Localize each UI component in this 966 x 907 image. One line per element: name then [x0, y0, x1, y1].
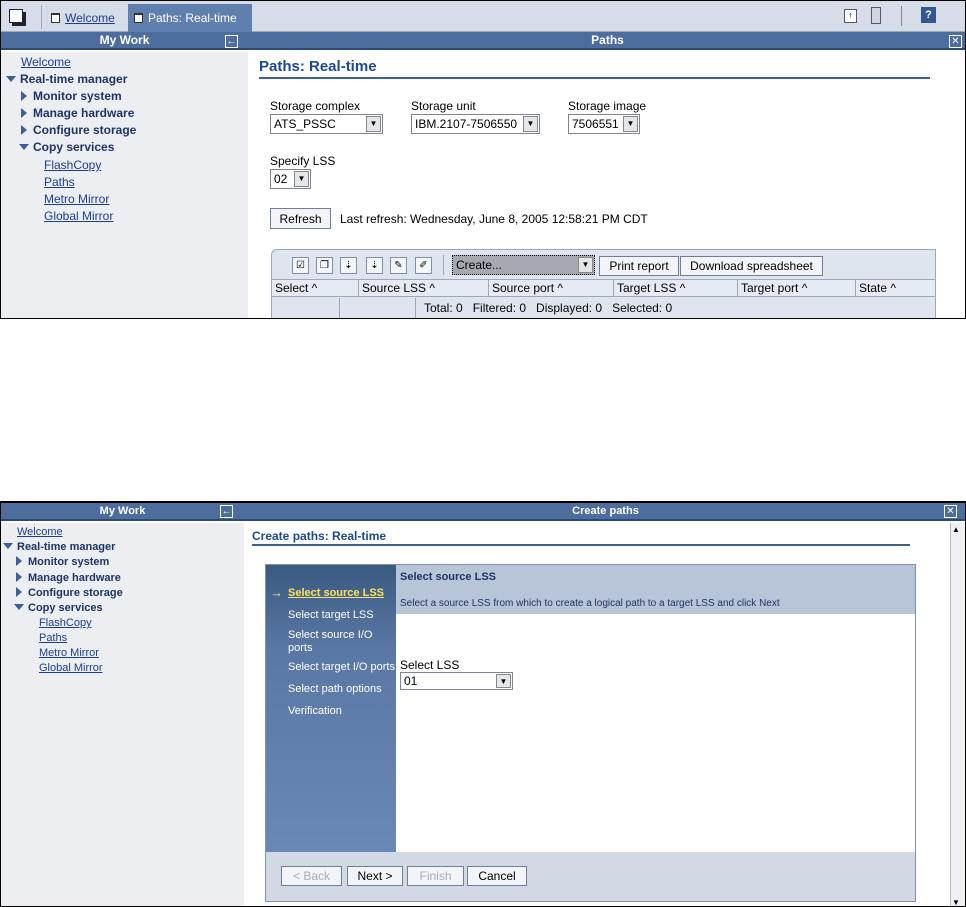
clear-sort-icon[interactable]: ✐ — [415, 257, 432, 274]
step-verification: Verification — [288, 705, 342, 717]
nav-welcome[interactable]: Welcome — [21, 55, 71, 69]
logout-icon[interactable] — [871, 7, 881, 24]
nav-flashcopy[interactable]: FlashCopy — [39, 617, 92, 629]
nav-flashcopy[interactable]: FlashCopy — [44, 158, 101, 172]
storage-unit-label: Storage unit — [411, 99, 476, 113]
nav-copy-services[interactable]: Copy services — [19, 140, 114, 154]
specify-lss-select[interactable]: 02 ▼ — [270, 169, 311, 189]
col-source-port[interactable]: Source port ^ — [489, 280, 614, 297]
paths-table: ☑ ❐ ⇣ ⇣ ✎ ✐ Create... ▼ Print report Down… — [271, 249, 936, 318]
step-description: Select a source LSS from which to create… — [400, 598, 780, 609]
tab-bar: Welcome Paths: Real-time ↑ ? — [1, 1, 965, 32]
nav-global-mirror[interactable]: Global Mirror — [44, 209, 113, 223]
nav-real-time-manager[interactable]: Real-time manager — [6, 72, 127, 86]
nav-manage-hardware[interactable]: Manage hardware — [16, 572, 121, 584]
step-header: Select source LSS Select a source LSS fr… — [396, 565, 915, 614]
collapse-sidebar-icon[interactable]: ← — [225, 35, 238, 48]
scroll-down-icon: ▼ — [952, 898, 960, 907]
specify-lss-label: Specify LSS — [270, 154, 336, 168]
step-select-path-options: Select path options — [288, 683, 382, 695]
step-select-target-io-ports: Select target I/O ports — [288, 661, 395, 673]
refresh-button[interactable]: Refresh — [270, 208, 331, 229]
windows-icon[interactable] — [9, 9, 23, 23]
scroll-up-icon: ▲ — [952, 525, 960, 534]
nav-real-time-manager[interactable]: Real-time manager — [3, 541, 115, 553]
step-select-target-lss: Select target LSS — [288, 609, 374, 621]
back-button[interactable]: < Back — [281, 866, 342, 886]
nav-metro-mirror[interactable]: Metro Mirror — [44, 192, 109, 206]
nav-paths[interactable]: Paths — [44, 175, 75, 189]
table-header: Select ^ Source LSS ^ Source port ^ Targ… — [272, 279, 935, 297]
last-refresh-text: Last refresh: Wednesday, June 8, 2005 12… — [340, 212, 648, 226]
wizard-steps: → Select source LSS Select target LSS Se… — [266, 565, 396, 852]
next-button[interactable]: Next > — [347, 866, 403, 886]
finish-button[interactable]: Finish — [407, 866, 464, 886]
chevron-down-icon: ▼ — [366, 116, 381, 132]
upload-icon[interactable]: ↑ — [844, 9, 857, 23]
sidebar: Welcome Real-time manager Monitor system… — [1, 523, 244, 906]
help-icon[interactable]: ? — [921, 7, 936, 23]
chevron-down-icon: ▼ — [294, 171, 309, 187]
chevron-down-icon: ▼ — [496, 674, 511, 688]
action-select[interactable]: Create... ▼ — [452, 255, 595, 275]
storage-unit-select[interactable]: IBM.2107-7506550 ▼ — [411, 114, 540, 134]
step-select-source-lss[interactable]: Select source LSS — [288, 587, 384, 600]
create-paths-window: My Work ← Create paths ✕ Welcome Real-ti… — [0, 501, 966, 907]
storage-complex-select[interactable]: ATS_PSSC ▼ — [270, 114, 383, 134]
clear-filter-icon[interactable]: ⇣ — [366, 257, 383, 274]
collapse-sidebar-icon[interactable]: ← — [220, 505, 233, 518]
paths-header: Paths — [248, 32, 965, 50]
storage-image-select[interactable]: 7506551 ▼ — [568, 114, 640, 134]
nav-global-mirror[interactable]: Global Mirror — [39, 662, 103, 674]
storage-complex-label: Storage complex — [270, 99, 361, 113]
my-work-header: My Work — [1, 32, 248, 50]
select-lss-dropdown[interactable]: 01 ▼ — [400, 672, 513, 690]
nav-configure-storage[interactable]: Configure storage — [21, 123, 136, 137]
col-target-port[interactable]: Target port ^ — [738, 280, 856, 297]
page-title: Create paths: Real-time — [252, 529, 387, 543]
cancel-button[interactable]: Cancel — [467, 866, 527, 886]
my-work-header: My Work — [1, 503, 244, 521]
col-source-lss[interactable]: Source LSS ^ — [359, 280, 489, 297]
table-summary: Total: 0 Filtered: 0 Displayed: 0 Select… — [424, 301, 673, 315]
deselect-all-icon[interactable]: ❐ — [316, 257, 333, 274]
create-paths-header: Create paths — [244, 503, 965, 521]
sidebar: Welcome Real-time manager Monitor system… — [1, 52, 248, 318]
nav-copy-services[interactable]: Copy services — [14, 602, 103, 614]
col-target-lss[interactable]: Target LSS ^ — [614, 280, 738, 297]
col-select[interactable]: Select ^ — [272, 280, 359, 297]
show-filter-icon[interactable]: ⇣ — [340, 257, 357, 274]
close-icon[interactable]: ✕ — [949, 35, 962, 48]
chevron-down-icon: ▼ — [523, 116, 538, 132]
vertical-scrollbar[interactable]: ▲ ▼ — [950, 523, 965, 907]
nav-monitor-system[interactable]: Monitor system — [16, 556, 109, 568]
nav-welcome[interactable]: Welcome — [17, 526, 63, 538]
wizard-footer: < Back Next > Finish Cancel — [266, 852, 915, 901]
nav-configure-storage[interactable]: Configure storage — [16, 587, 123, 599]
download-spreadsheet-button[interactable]: Download spreadsheet — [680, 256, 823, 276]
select-all-icon[interactable]: ☑ — [292, 257, 309, 274]
page-icon — [51, 13, 60, 23]
wizard: → Select source LSS Select target LSS Se… — [265, 564, 916, 902]
edit-sort-icon[interactable]: ✎ — [390, 257, 407, 274]
paths-window: Welcome Paths: Real-time ↑ ? My Work ← P… — [0, 0, 966, 319]
chevron-down-icon: ▼ — [623, 116, 638, 132]
chevron-down-icon: ▼ — [578, 257, 593, 273]
page-title: Paths: Real-time — [259, 58, 377, 75]
page-icon — [134, 13, 143, 23]
tab-paths-realtime[interactable]: Paths: Real-time — [128, 4, 252, 32]
storage-image-label: Storage image — [568, 99, 647, 113]
step-title: Select source LSS — [400, 571, 496, 583]
nav-metro-mirror[interactable]: Metro Mirror — [39, 647, 99, 659]
nav-manage-hardware[interactable]: Manage hardware — [21, 106, 134, 120]
nav-monitor-system[interactable]: Monitor system — [21, 89, 122, 103]
select-lss-label: Select LSS — [400, 658, 460, 672]
print-report-button[interactable]: Print report — [599, 256, 679, 276]
col-state[interactable]: State ^ — [856, 280, 935, 297]
tab-welcome[interactable]: Welcome — [45, 4, 121, 32]
close-icon[interactable]: ✕ — [944, 505, 957, 518]
current-step-arrow-icon: → — [270, 585, 283, 600]
nav-paths[interactable]: Paths — [39, 632, 67, 644]
step-select-source-io-ports: Select source I/O ports — [288, 629, 373, 654]
